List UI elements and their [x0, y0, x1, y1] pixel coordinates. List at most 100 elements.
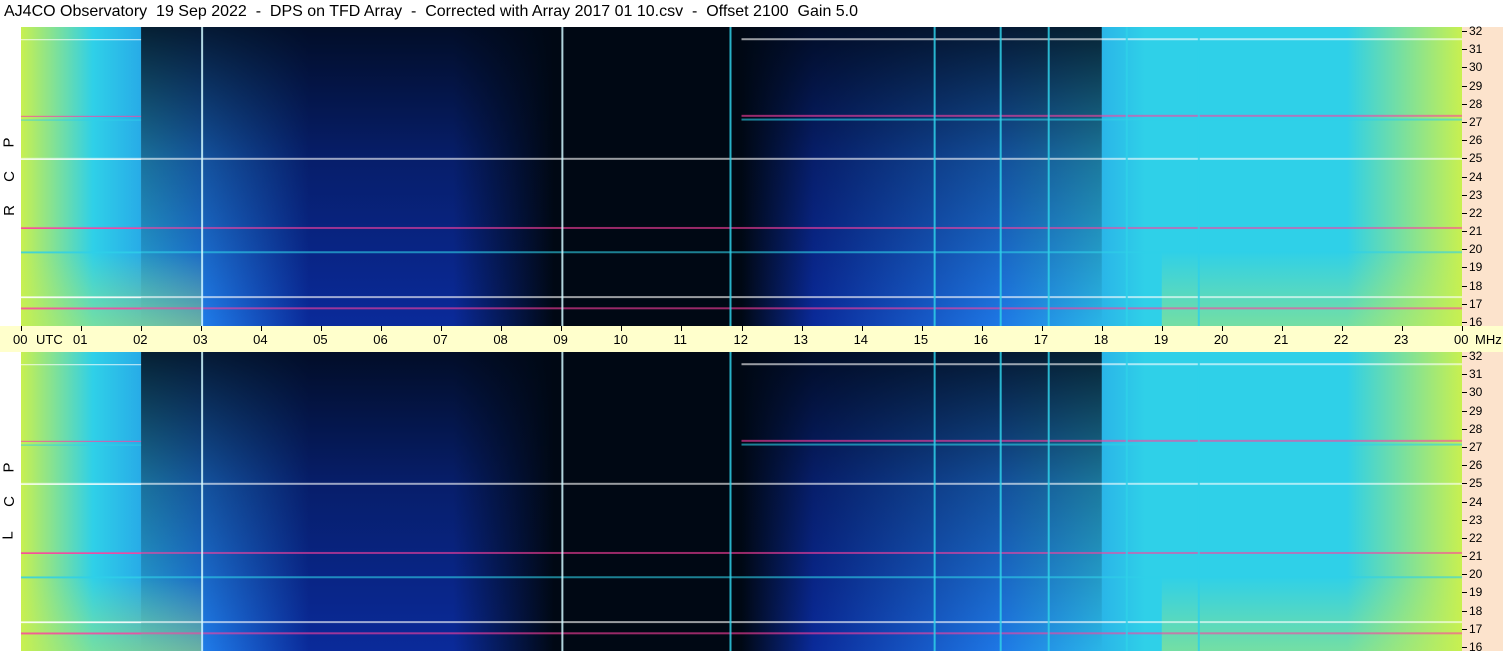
- polarization-letter: C: [0, 496, 18, 507]
- time-tick-label: 18: [1093, 332, 1109, 347]
- interference-band: [21, 622, 142, 624]
- time-tick-label: 11: [673, 332, 687, 347]
- freq-tick-label: 24: [1469, 170, 1483, 184]
- time-tick-label: 00: [13, 332, 28, 347]
- interference-band: [21, 444, 142, 446]
- interference-band: [741, 443, 1462, 446]
- time-tick: [1042, 326, 1043, 331]
- page-title: AJ4CO Observatory 19 Sep 2022 - DPS on T…: [4, 3, 859, 20]
- interference-band: [21, 227, 142, 229]
- time-tick: [1462, 326, 1463, 331]
- freq-tick: [1462, 140, 1467, 141]
- time-tick: [1102, 326, 1103, 331]
- vertical-transient-line: [1125, 27, 1128, 326]
- freq-tick: [1462, 611, 1467, 612]
- interference-band: [21, 226, 1462, 229]
- vertical-transient-line: [561, 352, 564, 651]
- freq-tick: [1462, 592, 1467, 593]
- rcp-spectrogram: [21, 27, 1462, 326]
- time-tick-label: 21: [1273, 332, 1289, 347]
- freq-tick: [1462, 374, 1467, 375]
- interference-band: [21, 307, 1462, 310]
- freq-tick: [1462, 429, 1467, 430]
- vertical-transient-line: [1197, 352, 1200, 651]
- freq-tick-label: 17: [1469, 622, 1483, 636]
- freq-tick: [1462, 122, 1467, 123]
- freq-tick: [1462, 483, 1467, 484]
- time-tick: [141, 326, 142, 331]
- freq-tick-label: 20: [1469, 242, 1483, 256]
- interference-band: [21, 552, 142, 554]
- time-tick-label: 03: [193, 332, 208, 347]
- freq-tick-label: 24: [1469, 495, 1483, 509]
- freq-tick-label: 17: [1469, 297, 1483, 311]
- time-tick: [862, 326, 863, 331]
- vertical-transient-line: [999, 352, 1002, 651]
- quiet-region: [141, 352, 1102, 651]
- freq-tick: [1462, 392, 1467, 393]
- rcp-frequency-axis: 32 31 30 29 28 27 26 25 24 23 22 21 20 19 18 17 16: [1462, 24, 1503, 328]
- vertical-transient-line: [933, 27, 936, 326]
- low-band-glow: [1161, 352, 1462, 651]
- time-tick: [1402, 326, 1403, 331]
- freq-tick-label: 26: [1469, 133, 1483, 147]
- freq-tick-label: 21: [1469, 224, 1483, 238]
- freq-tick: [1462, 231, 1467, 232]
- freq-tick: [1462, 465, 1467, 466]
- freq-tick-label: 23: [1469, 513, 1483, 527]
- time-tick: [802, 326, 803, 331]
- freq-tick-label: 16: [1469, 640, 1483, 654]
- time-tick-label: 00: [1454, 332, 1469, 347]
- vertical-transient-line: [1197, 27, 1200, 326]
- freq-tick-label: 31: [1469, 367, 1483, 381]
- freq-tick-label: 19: [1469, 585, 1483, 599]
- freq-tick: [1462, 249, 1467, 250]
- freq-tick-label: 21: [1469, 549, 1483, 563]
- lcp-label-column: L C P: [0, 352, 20, 651]
- time-tick-label: 07: [433, 332, 448, 347]
- freq-tick-label: 28: [1469, 97, 1483, 111]
- interference-band: [741, 38, 1462, 41]
- time-tick-label: 01: [73, 332, 88, 347]
- freq-tick: [1462, 574, 1467, 575]
- time-tick-label: 14: [853, 332, 869, 347]
- freq-tick-label: 27: [1469, 440, 1483, 454]
- interference-band: [21, 551, 1462, 554]
- time-tick-label: 16: [973, 332, 989, 347]
- time-tick-label: 02: [133, 332, 148, 347]
- vertical-transient-line: [561, 27, 564, 326]
- freq-tick-label: 30: [1469, 60, 1483, 74]
- freq-tick: [1462, 447, 1467, 448]
- polarization-letter: R: [0, 205, 18, 216]
- interference-band: [21, 251, 1462, 254]
- freq-tick-label: 28: [1469, 422, 1483, 436]
- time-tick-label: UTC: [36, 332, 63, 347]
- low-band-glow: [21, 352, 202, 651]
- freq-tick-label: 20: [1469, 567, 1483, 581]
- vertical-transient-line: [933, 352, 936, 651]
- freq-tick: [1462, 520, 1467, 521]
- interference-band: [21, 632, 1462, 635]
- time-tick-label: 20: [1213, 332, 1229, 347]
- freq-tick: [1462, 86, 1467, 87]
- freq-tick: [1462, 267, 1467, 268]
- vertical-transient-line: [1047, 27, 1050, 326]
- freq-tick-label: 18: [1469, 604, 1483, 618]
- time-tick: [922, 326, 923, 331]
- polarization-letter: L: [0, 531, 17, 540]
- interference-band: [21, 308, 142, 310]
- freq-tick-label: 18: [1469, 279, 1483, 293]
- time-tick: [1222, 326, 1223, 331]
- interference-band: [21, 483, 142, 485]
- freq-tick-label: 23: [1469, 188, 1483, 202]
- time-axis: 00 UTC 01 02 03 04 05 06 07 08 09 10 11 12 13 14 15 16 17 1…: [0, 326, 1503, 352]
- time-tick: [81, 326, 82, 331]
- freq-tick-label: 30: [1469, 385, 1483, 399]
- time-tick-label: 12: [733, 332, 748, 347]
- freq-tick: [1462, 556, 1467, 557]
- freq-tick-label: 32: [1469, 24, 1483, 38]
- vertical-transient-line: [1125, 352, 1128, 651]
- interference-band: [21, 39, 142, 41]
- freq-tick-label: 25: [1469, 476, 1483, 490]
- vertical-transient-line: [201, 27, 204, 326]
